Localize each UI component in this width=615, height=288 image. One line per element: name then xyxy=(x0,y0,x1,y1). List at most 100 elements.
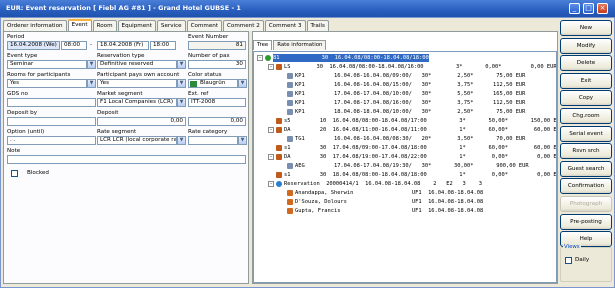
market-select[interactable]: F1 Local Companies (LCR) xyxy=(97,98,177,107)
tree-row[interactable]: - LS 30 16.04.08/08:00-18.04.08/16:00 3* … xyxy=(254,63,556,71)
expand-toggle-icon[interactable]: - xyxy=(268,181,274,187)
tree-row[interactable]: TG1 16.04.08-16.04.08/08:30/ 20* 3,50* 7… xyxy=(254,135,554,143)
tree-row[interactable]: Anandappa, Sherwin UF1 16.04.08-18.04.08 xyxy=(254,189,554,197)
daily-checkbox[interactable] xyxy=(565,257,572,264)
ext-ref-field[interactable]: ITT-2008 xyxy=(188,98,246,107)
deposit-by-field[interactable] xyxy=(7,117,96,126)
chevron-down-icon[interactable]: ▼ xyxy=(238,136,247,145)
tree-row[interactable]: KP1 17.04.08-17.04.08/16:00/ 30* 3,75* 1… xyxy=(254,99,554,107)
period-from-time[interactable]: 08:00 xyxy=(61,41,87,50)
tree-row[interactable]: D'Souza, Dolours UF1 16.04.08-18.04.08 xyxy=(254,198,554,206)
exit-button[interactable]: Exit xyxy=(560,72,612,89)
deposit-field[interactable]: 0,00 xyxy=(97,117,186,126)
chevron-down-icon[interactable]: ▼ xyxy=(177,79,186,88)
tree-row[interactable]: s5 10 16.04.08/08:00-18.04.08/17:00 3* 5… xyxy=(254,117,556,125)
tree-row-text: DA 20 16.04.08/11:00-16.04.08/11:00 1* 6… xyxy=(284,127,557,133)
event-number-field: 81 xyxy=(188,41,246,50)
rate-category-select[interactable] xyxy=(188,136,238,145)
delete-button[interactable]: Delete xyxy=(560,55,612,72)
tree-row-text: KP1 16.04.08-16.04.08/15:00/ 30* 3,75* 1… xyxy=(295,82,526,88)
new-button[interactable]: New xyxy=(560,20,612,36)
period-to-date[interactable]: 18.04.2008 (Fr) xyxy=(97,41,149,50)
tree-row[interactable]: s1 30 18.04.08/08:00-18.04.08/18:00 1* 0… xyxy=(254,171,556,179)
rooms-select[interactable]: Yes xyxy=(7,79,87,88)
tab-orderer-information[interactable]: Orderer information xyxy=(3,20,67,31)
tree-row[interactable]: KP1 16.04.08-16.04.08/09:00/ 30* 2,50* 7… xyxy=(254,72,554,80)
expand-toggle-icon[interactable]: - xyxy=(257,55,263,61)
tree-row-text: Reservation 20000414/1 16.04.08-18.04.08… xyxy=(284,181,482,187)
person-icon xyxy=(287,199,293,205)
chevron-down-icon[interactable]: ▼ xyxy=(238,79,247,88)
pays-select[interactable]: Yes xyxy=(97,79,177,88)
tab-service[interactable]: Service xyxy=(156,20,186,31)
expand-toggle-icon[interactable]: - xyxy=(268,154,274,160)
deposit-label: Deposit xyxy=(97,110,119,116)
maximize-icon[interactable]: □ xyxy=(583,3,594,14)
event-number-label: Event Number xyxy=(188,34,229,40)
tree-row[interactable]: KP1 18.04.08-18.04.08/10:00/ 30* 2,50* 7… xyxy=(254,108,554,116)
tree-row-text: Anandappa, Sherwin UF1 16.04.08-18.04.08 xyxy=(295,190,484,196)
modify-button[interactable]: Modify xyxy=(560,37,612,54)
option-field[interactable]: . . xyxy=(7,136,96,145)
reservation-type-select[interactable]: Definitive reserved xyxy=(97,60,177,69)
tree-row[interactable]: - Reservation 20000414/1 16.04.08-18.04.0… xyxy=(254,180,554,188)
gds-field[interactable] xyxy=(7,98,96,107)
minimize-icon[interactable]: _ xyxy=(569,3,580,14)
gds-label: GDS no xyxy=(7,91,28,97)
chg-room-button[interactable]: Chg.room xyxy=(560,108,612,124)
reservation-type-label: Reservation type xyxy=(97,53,145,59)
tree-row[interactable]: KP1 16.04.08-16.04.08/15:00/ 30* 3,75* 1… xyxy=(254,81,554,89)
tree-row[interactable]: - 81 30 16.04.08/08:00-18.04.08/18:00 xyxy=(254,54,554,62)
window-title: EUR: Event reservation [ Fiebl AG #81 ] … xyxy=(6,4,241,12)
tree-row[interactable]: Gupta, Francis UF1 16.04.08-18.04.08 xyxy=(254,207,554,215)
serial-event-button[interactable]: Serial event xyxy=(560,125,612,142)
tree-row[interactable]: AEG 17.04.08-17.04.08/19:30/ 30* 30,00* … xyxy=(254,162,554,170)
photograph-button[interactable]: Photograph xyxy=(560,196,612,212)
tab-rate-information[interactable]: Rate information xyxy=(273,40,327,50)
tree-row[interactable]: KP1 17.04.08-17.04.08/10:00/ 30* 5,50* 1… xyxy=(254,90,554,98)
expand-toggle-icon[interactable]: - xyxy=(268,127,274,133)
deposit-by-label: Deposit by xyxy=(7,110,38,116)
event-form: Period 16.04.2008 (We) 08:00 - 18.04.200… xyxy=(3,31,249,284)
chevron-down-icon[interactable]: ▼ xyxy=(87,79,96,88)
rate-segment-select[interactable]: LCR LCR (local corporate ra xyxy=(97,136,177,145)
chevron-down-icon[interactable]: ▼ xyxy=(177,60,186,69)
tree-row[interactable]: - DA 20 16.04.08/11:00-16.04.08/11:00 1* … xyxy=(254,126,557,134)
tree-row[interactable]: s1 30 17.04.08/09:00-17.04.08/18:00 1* 6… xyxy=(254,144,556,152)
tab-comment[interactable]: Comment xyxy=(186,20,223,31)
tree-row-text: AEG 17.04.08-17.04.08/19:30/ 30* 30,00* … xyxy=(295,163,529,169)
tab-comment-2[interactable]: Comment 2 xyxy=(223,20,264,31)
pax-field[interactable]: 30 xyxy=(188,60,246,69)
pre-posting-button[interactable]: Pre-posting xyxy=(560,213,612,230)
tab-room[interactable]: Room xyxy=(92,20,117,31)
event-type-select[interactable]: Seminar xyxy=(7,60,87,69)
item-icon xyxy=(287,109,293,115)
guest-search-button[interactable]: Guest search xyxy=(560,160,612,177)
tab-event[interactable]: Event xyxy=(67,19,92,31)
tree-row[interactable]: - DA 30 17.04.08/19:00-17.04.08/22:00 1* … xyxy=(254,153,556,161)
confirmation-button[interactable]: Confirmation xyxy=(560,178,612,195)
period-to-time[interactable]: 18:00 xyxy=(150,41,176,50)
tab-tree[interactable]: Tree xyxy=(253,40,273,50)
note-field[interactable] xyxy=(7,155,246,164)
rsvn-srch-button[interactable]: Rsvn srch xyxy=(560,143,612,160)
tree-row-text: KP1 17.04.08-17.04.08/10:00/ 30* 5,50* 1… xyxy=(295,91,526,97)
tab-trails[interactable]: Trails xyxy=(306,20,329,31)
period-from-date[interactable]: 16.04.2008 (We) xyxy=(7,41,60,50)
tab-equipment[interactable]: Equipment xyxy=(117,20,156,31)
event-type-label: Event type xyxy=(7,53,38,59)
tab-comment-3[interactable]: Comment 3 xyxy=(264,20,306,31)
copy-button[interactable]: Copy xyxy=(560,90,612,107)
chevron-down-icon[interactable]: ▼ xyxy=(177,136,186,145)
deposit-field-2[interactable]: 0,00 xyxy=(188,117,246,126)
ext-ref-label: Ext. ref xyxy=(188,91,209,97)
close-icon[interactable]: × xyxy=(597,3,608,14)
blocked-label: Blocked xyxy=(27,170,49,176)
blocked-checkbox[interactable] xyxy=(11,170,18,177)
pax-label: Number of pax xyxy=(188,53,230,59)
expand-toggle-icon[interactable]: - xyxy=(268,64,274,70)
reservation-tree[interactable]: - 81 30 16.04.08/08:00-18.04.08/18:00 - LS … xyxy=(253,51,557,283)
chevron-down-icon[interactable]: ▼ xyxy=(87,60,96,69)
chevron-down-icon[interactable]: ▼ xyxy=(177,98,186,107)
person-icon xyxy=(287,190,293,196)
